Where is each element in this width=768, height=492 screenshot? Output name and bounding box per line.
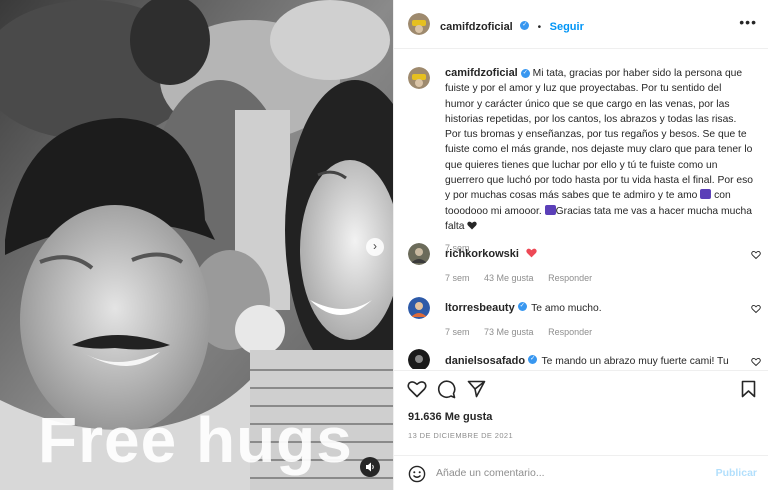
caption-avatar[interactable] (408, 67, 430, 89)
comment-input[interactable]: Añade un comentario... (436, 467, 545, 479)
media-overlay-text: Free hugs (38, 404, 353, 476)
like-comment-heart-icon[interactable] (751, 357, 761, 367)
caption-text-part-1: Mi tata, gracias por haber sido la perso… (445, 68, 753, 202)
sound-toggle-button[interactable] (360, 457, 380, 477)
comment-icon[interactable] (437, 380, 456, 399)
emoji-icon (544, 204, 556, 215)
comment-username[interactable]: richkorkowski (445, 248, 519, 260)
comment-item: danielsosafado ✓ Te mando un abrazo muy f… (445, 351, 729, 369)
post-date: 13 DE DICIEMBRE DE 2021 (408, 431, 514, 440)
like-comment-heart-icon[interactable] (751, 250, 761, 260)
red-heart-icon (526, 248, 538, 258)
next-media-button[interactable]: › (366, 238, 384, 256)
post-header: camifdzoficial ✓ • Seguir ••• (394, 0, 768, 49)
comments-list[interactable]: camifdzoficial ✓ Mi tata, gracias por hab… (394, 49, 768, 369)
comment-item: richkorkowski 7 sem 43 Me gusta Responde… (445, 244, 592, 283)
comment-likes[interactable]: 43 Me gusta (484, 273, 534, 283)
chevron-right-icon: › (373, 239, 377, 253)
verified-icon: ✓ (528, 355, 538, 365)
share-icon[interactable] (467, 380, 486, 398)
comment-likes[interactable]: 73 Me gusta (484, 327, 534, 337)
post-actions: 91.636 Me gusta 13 DE DICIEMBRE DE 2021 … (394, 370, 768, 491)
verified-icon: ✓ (520, 21, 530, 31)
comment-time[interactable]: 7 sem (445, 273, 470, 283)
comment-meta: 7 sem 73 Me gusta Responder (445, 327, 602, 337)
add-comment-bar: Añade un comentario... Publicar (394, 455, 768, 492)
verified-icon: ✓ (517, 302, 527, 312)
comment-text: Te amo mucho. (531, 303, 602, 314)
emoji-icon (700, 189, 712, 200)
comment-avatar[interactable] (408, 349, 430, 369)
sound-icon (366, 462, 374, 472)
author-avatar[interactable] (408, 13, 430, 35)
bookmark-icon[interactable] (741, 380, 756, 398)
post-side-panel: camifdzoficial ✓ • Seguir ••• camifdzofi… (393, 0, 768, 490)
post-media[interactable]: Free hugs › (0, 0, 393, 490)
likes-count[interactable]: 91.636 Me gusta (408, 411, 492, 423)
comment-avatar[interactable] (408, 243, 430, 265)
black-heart-icon (467, 221, 478, 230)
heart-icon[interactable] (407, 380, 427, 398)
comment-username[interactable]: danielsosafado (445, 355, 525, 367)
comment-avatar[interactable] (408, 297, 430, 319)
comment-username[interactable]: ltorresbeauty (445, 302, 515, 314)
verified-icon: ✓ (520, 68, 530, 78)
publish-button[interactable]: Publicar (716, 467, 757, 479)
comment-item: ltorresbeauty ✓ Te amo mucho. 7 sem 73 Me… (445, 298, 602, 337)
comment-reply-button[interactable]: Responder (548, 327, 592, 337)
comment-text: Te mando un abrazo muy fuerte cami! Tu (541, 356, 729, 367)
header-separator: • (537, 22, 542, 33)
follow-button[interactable]: Seguir (550, 21, 584, 33)
comment-reply-button[interactable]: Responder (548, 273, 592, 283)
comment-meta: 7 sem 43 Me gusta Responder (445, 273, 592, 283)
like-comment-heart-icon[interactable] (751, 304, 761, 314)
caption-username[interactable]: camifdzoficial (445, 67, 518, 79)
more-options-button[interactable]: ••• (739, 14, 757, 30)
author-username[interactable]: camifdzoficial (440, 21, 513, 33)
comment-time[interactable]: 7 sem (445, 327, 470, 337)
emoji-icon[interactable] (408, 465, 426, 483)
post-caption: camifdzoficial ✓ Mi tata, gracias por hab… (445, 66, 753, 257)
